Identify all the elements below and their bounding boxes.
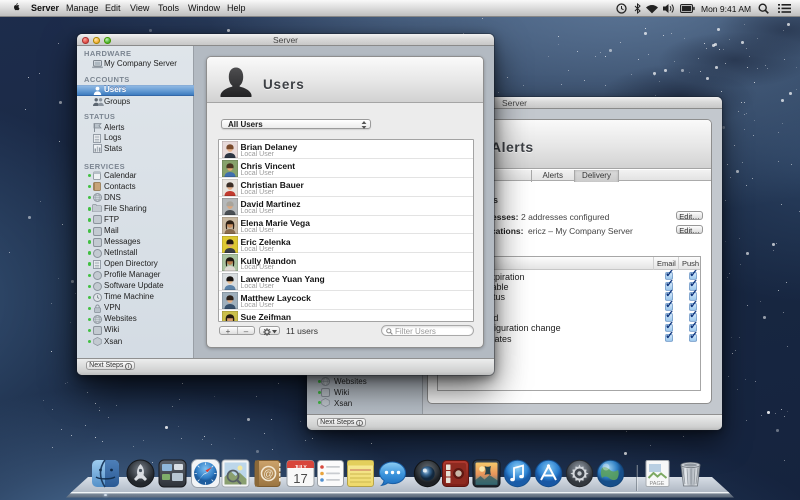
svg-text:17: 17 [293, 471, 307, 486]
svg-text:PAGE: PAGE [650, 481, 665, 487]
svg-text:@: @ [263, 469, 273, 480]
